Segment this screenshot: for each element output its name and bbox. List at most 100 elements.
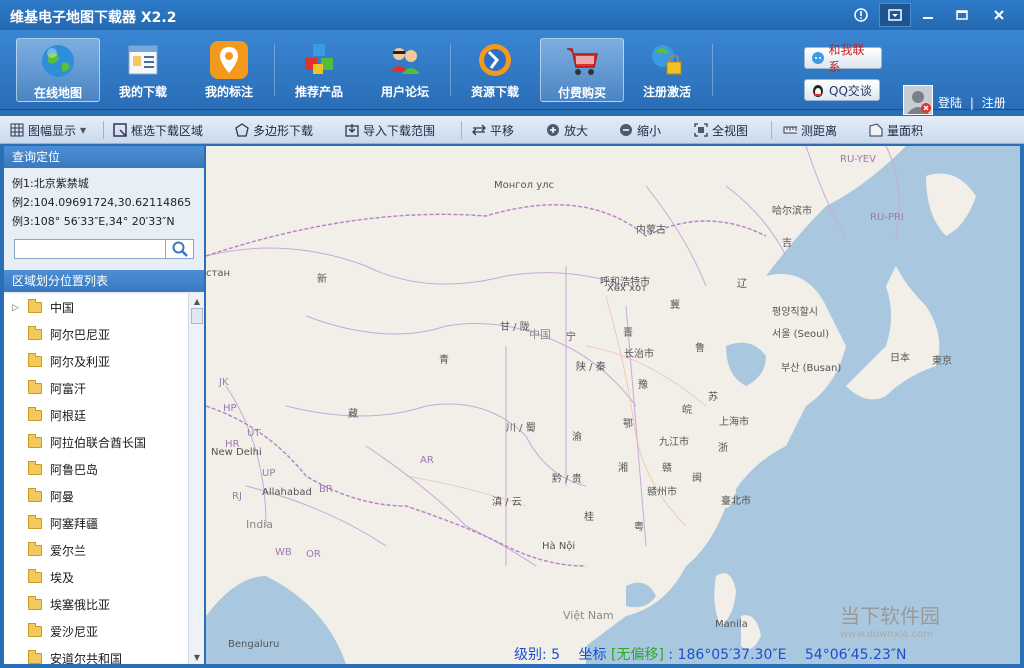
map-label: 渝	[572, 432, 582, 443]
region-name: 阿尔巴尼亚	[50, 328, 111, 342]
cubes-icon	[300, 41, 338, 79]
folder-icon	[28, 488, 42, 502]
toolbar-online-map[interactable]: 在线地图	[16, 38, 100, 102]
tool-pan[interactable]: 平移	[472, 120, 514, 140]
map-label: 闽	[692, 473, 702, 484]
maximize-icon	[956, 10, 968, 20]
region-list-item[interactable]: 爱尔兰	[4, 537, 188, 564]
toolbar-register[interactable]: 注册激活	[625, 38, 709, 102]
map-label: 甘 / 陇	[500, 322, 530, 333]
tool-zoom-in[interactable]: 放大	[546, 120, 588, 140]
region-list-item[interactable]: 埃塞俄比亚	[4, 591, 188, 618]
resource-globe-icon	[476, 41, 514, 79]
tool-label: 框选下载区域	[131, 123, 204, 138]
tool-label: 导入下载范围	[363, 123, 436, 138]
search-icon	[172, 241, 188, 257]
region-list-item[interactable]: 阿尔及利亚	[4, 348, 188, 375]
info-button[interactable]	[845, 3, 877, 27]
qq-penguin-icon	[813, 85, 823, 97]
lock-icon	[648, 41, 686, 79]
map-label: 黔 / 贵	[552, 474, 582, 485]
region-name: 爱沙尼亚	[50, 625, 99, 639]
account-links: 登陆 | 注册	[938, 94, 1006, 111]
map-label: 九江市	[659, 437, 689, 448]
tool-measure-area[interactable]: 量面积	[869, 120, 923, 140]
tool-polygon[interactable]: 多边形下载	[235, 120, 313, 140]
map-label: 宁	[566, 332, 576, 343]
map-label: BR	[319, 484, 333, 495]
tool-sheet-display[interactable]: 图幅显示 ▼	[10, 120, 86, 140]
scroll-up-icon[interactable]: ▲	[189, 294, 205, 308]
region-list-item[interactable]: 阿曼	[4, 483, 188, 510]
region-list-item[interactable]: 爱沙尼亚	[4, 618, 188, 645]
tool-zoom-out[interactable]: 缩小	[619, 120, 661, 140]
tool-import-range[interactable]: 导入下载范围	[345, 120, 435, 140]
region-list-item[interactable]: 安道尔共和国	[4, 645, 188, 664]
map-label: UP	[262, 468, 276, 479]
toolbar-my-marks[interactable]: 我的标注	[187, 38, 271, 102]
users-icon	[386, 41, 424, 79]
zoom-out-icon	[619, 123, 633, 137]
watermark: 当下软件园 www.downxia.com	[840, 600, 940, 640]
map-label: 桂	[584, 512, 594, 523]
toolbar-label: 推荐产品	[294, 85, 343, 99]
region-list-item[interactable]: 埃及	[4, 564, 188, 591]
example-line: 例1:北京紫禁城	[12, 177, 89, 190]
folder-icon	[28, 353, 42, 367]
map-label: 粤	[634, 522, 644, 533]
region-list-item[interactable]: 阿根廷	[4, 402, 188, 429]
region-name: 埃及	[50, 571, 75, 585]
main-toolbar: 在线地图 我的下载 我的标注 推荐产品 用户论坛 资源下载 付费购买 注册激活 …	[0, 30, 1024, 115]
skin-button[interactable]	[879, 3, 911, 27]
region-list-item[interactable]: 阿鲁巴岛	[4, 456, 188, 483]
toolbar-resources[interactable]: 资源下载	[453, 38, 537, 102]
region-name: 阿拉伯联合酋长国	[50, 436, 147, 450]
search-button[interactable]	[166, 239, 194, 259]
region-list-item[interactable]: 阿塞拜疆	[4, 510, 188, 537]
tool-measure-distance[interactable]: 测距离	[783, 120, 837, 140]
toolbar-label: 我的标注	[204, 85, 253, 99]
grid-icon	[10, 123, 24, 137]
region-list: ▷ 中国阿尔巴尼亚阿尔及利亚阿富汗 阿根廷阿拉伯联合酋长国阿鲁巴岛 阿曼 阿塞拜疆 爱尔兰…	[4, 294, 188, 664]
region-name: 阿尔及利亚	[50, 355, 111, 369]
region-list-item[interactable]: 阿富汗	[4, 375, 188, 402]
scroll-down-icon[interactable]: ▼	[189, 650, 205, 664]
map-view[interactable]: Монгол улс 内蒙古 哈尔滨市 吉 RU-YEV RU-PRI 新 呼和…	[206, 146, 1020, 664]
region-list-item[interactable]: ▷ 中国	[4, 294, 188, 321]
tool-label: 缩小	[637, 123, 662, 138]
tool-label: 多边形下载	[253, 123, 314, 138]
map-label: RU-PRI	[870, 212, 904, 223]
region-list-scrollbar[interactable]: ▲ ▼	[188, 294, 204, 664]
map-label: 湘	[618, 463, 628, 474]
maximize-button[interactable]	[946, 3, 978, 27]
login-link[interactable]: 登陆	[938, 96, 962, 110]
map-label: Allahabad	[262, 487, 312, 498]
qq-chat-button[interactable]: QQ交谈	[804, 79, 880, 101]
tool-full-view[interactable]: 全视图	[694, 120, 748, 140]
region-list-item[interactable]: 阿尔巴尼亚	[4, 321, 188, 348]
watermark-text: 当下软件园	[840, 604, 940, 628]
user-avatar-icon	[904, 86, 932, 114]
scroll-thumb[interactable]	[191, 308, 203, 324]
pan-icon	[472, 123, 486, 137]
expand-arrow-icon[interactable]: ▷	[12, 303, 19, 313]
toolbar-forum[interactable]: 用户论坛	[363, 38, 447, 102]
toolbar-recommended[interactable]: 推荐产品	[277, 38, 361, 102]
contact-button[interactable]: 和我联系	[804, 43, 882, 74]
map-label: 新	[317, 274, 327, 285]
register-link[interactable]: 注册	[982, 96, 1006, 110]
region-list-item[interactable]: 阿拉伯联合酋长国	[4, 429, 188, 456]
toolbar-label: 注册激活	[642, 85, 691, 99]
map-label: 苏	[708, 392, 718, 403]
search-input[interactable]	[14, 239, 166, 259]
toolbar-purchase[interactable]: 付费购买	[540, 38, 624, 102]
zoom-level-value: 5	[551, 647, 561, 663]
tool-label: 平移	[490, 123, 515, 138]
map-label: стан	[206, 268, 230, 279]
tool-label: 图幅显示	[28, 123, 77, 138]
minimize-button[interactable]	[912, 3, 944, 27]
tool-box-select[interactable]: 框选下载区域	[113, 120, 203, 140]
close-button[interactable]	[983, 3, 1015, 27]
toolbar-my-downloads[interactable]: 我的下载	[101, 38, 185, 102]
avatar[interactable]	[903, 85, 933, 115]
